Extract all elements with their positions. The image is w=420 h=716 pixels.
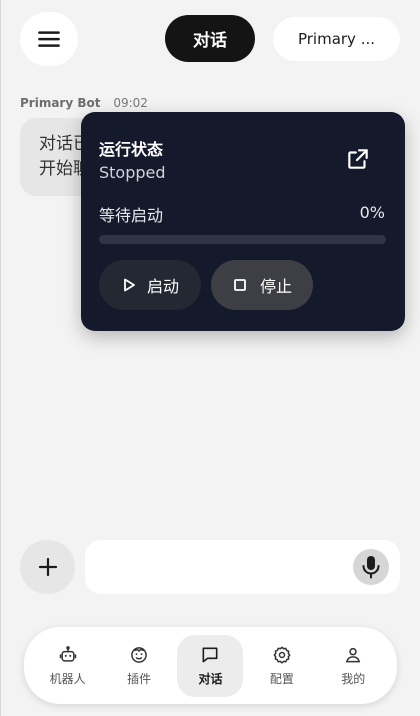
start-button-label: 启动 [146, 277, 179, 296]
robot-icon [59, 645, 76, 662]
window-edge [0, 0, 1, 716]
plus-icon [38, 557, 57, 577]
play-icon [124, 278, 135, 292]
nav-item-robots[interactable]: 机器人 [35, 635, 101, 697]
status-state: Stopped [99, 163, 166, 182]
stop-button-label: 停止 [259, 277, 292, 296]
nav-label-plugins: 插件 [127, 671, 152, 686]
nav-label-config: 配置 [269, 671, 294, 686]
hamburger-menu-icon [38, 31, 60, 47]
microphone-icon [362, 556, 380, 579]
progress-percent: 0% [359, 203, 385, 222]
message-composer [85, 540, 400, 594]
add-attachment-button[interactable] [20, 540, 75, 594]
message-input[interactable] [101, 540, 351, 594]
stop-icon [234, 279, 246, 291]
bot-selector-button[interactable]: Primary ... [273, 17, 400, 61]
start-button[interactable]: 启动 [99, 260, 201, 310]
voice-input-button[interactable] [353, 549, 389, 585]
bottom-navigation: 机器人 插件 对话 配置 我的 [24, 627, 397, 704]
nav-label-me: 我的 [341, 671, 366, 686]
status-panel: 运行状态 Stopped 等待启动 0% 启动 停止 [81, 112, 405, 331]
face-icon [131, 646, 147, 663]
progress-label: 等待启动 [99, 206, 164, 225]
message-time: 09:02 [113, 96, 148, 110]
chat-bubble-icon [203, 647, 218, 662]
nav-item-plugins[interactable]: 插件 [106, 635, 172, 697]
open-external-icon[interactable] [345, 146, 371, 172]
message-meta: Primary Bot 09:02 [20, 96, 148, 110]
menu-button[interactable] [20, 12, 78, 66]
gear-icon [273, 646, 291, 664]
message-sender: Primary Bot [20, 96, 101, 110]
tab-chat[interactable]: 对话 [165, 15, 255, 62]
nav-item-config[interactable]: 配置 [249, 635, 315, 697]
nav-item-me[interactable]: 我的 [320, 635, 386, 697]
stop-button[interactable]: 停止 [211, 260, 313, 310]
nav-label-chat: 对话 [198, 671, 223, 686]
nav-label-robots: 机器人 [49, 671, 86, 686]
progress-bar [99, 235, 386, 244]
person-icon [346, 647, 361, 662]
status-title: 运行状态 [99, 140, 164, 159]
nav-item-chat[interactable]: 对话 [177, 634, 244, 697]
